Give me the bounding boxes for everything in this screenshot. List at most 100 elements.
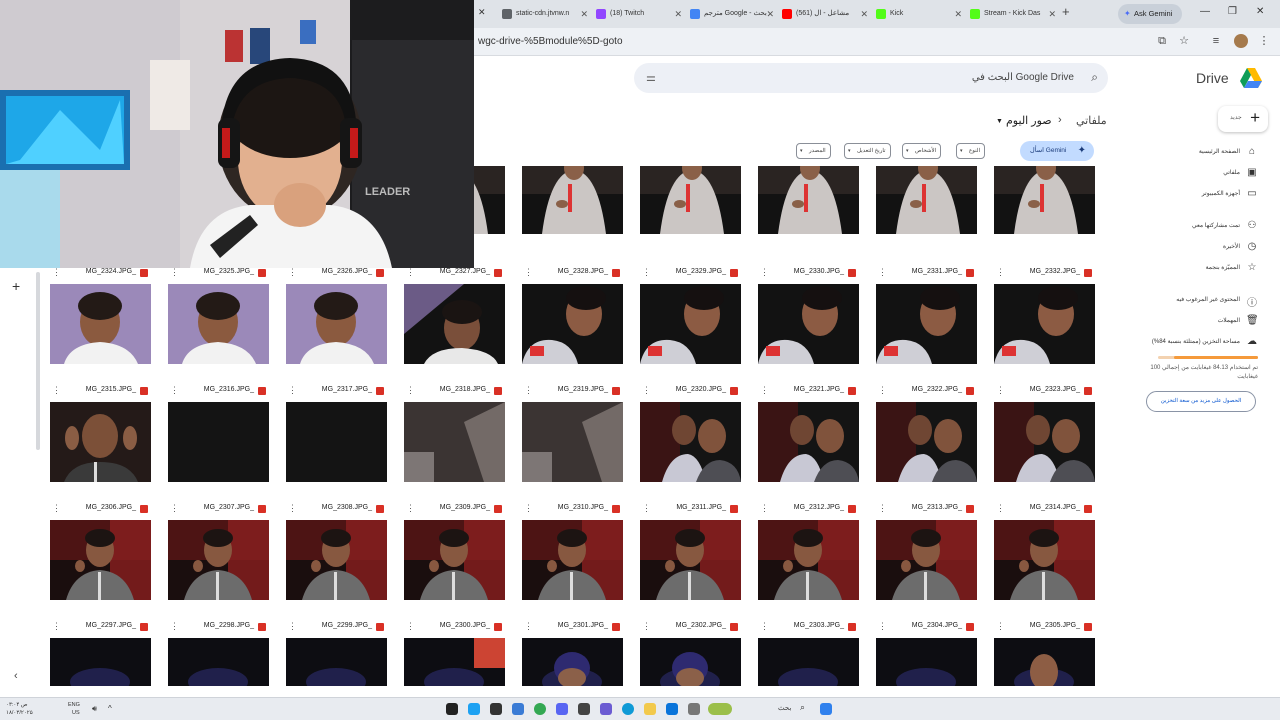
file-card[interactable]: MG_2300.JPG_ ⋮	[396, 620, 510, 686]
file-thumbnail[interactable]	[50, 402, 151, 482]
file-thumbnail[interactable]	[168, 638, 269, 686]
file-thumbnail[interactable]	[876, 166, 977, 234]
file-name[interactable]: MG_2330.JPG_	[794, 268, 844, 275]
tab-close-icon[interactable]: ✕	[1048, 4, 1056, 24]
filter-chip[interactable]: ▾ المصدر	[796, 143, 831, 159]
taskbar-time[interactable]: ۰۳:۰۴ ص	[6, 702, 28, 708]
file-card[interactable]: MG_2320.JPG_ ⋮	[632, 384, 746, 484]
file-card[interactable]: MG_2310.JPG_ ⋮	[514, 502, 628, 602]
file-name[interactable]: MG_2303.JPG_	[794, 622, 844, 629]
tab-close-icon[interactable]: ✕	[954, 4, 962, 24]
more-actions-icon[interactable]: ⋮	[996, 621, 1005, 632]
more-actions-icon[interactable]: ⋮	[406, 267, 415, 278]
tiktok-taskbar-icon[interactable]	[446, 703, 458, 715]
file-thumbnail[interactable]	[50, 638, 151, 686]
file-thumbnail[interactable]	[994, 638, 1095, 686]
file-thumbnail[interactable]	[522, 638, 623, 686]
terminal-taskbar-icon[interactable]	[578, 703, 590, 715]
tab-close-icon[interactable]: ✕	[674, 4, 682, 24]
file-card[interactable]: MG_2308.JPG_ ⋮	[278, 502, 392, 602]
file-card[interactable]: MG_2317.JPG_ ⋮	[278, 384, 392, 484]
file-name[interactable]: MG_2319.JPG_	[558, 386, 608, 393]
more-actions-icon[interactable]: ⋮	[170, 503, 179, 514]
file-card[interactable]	[514, 166, 628, 236]
file-name[interactable]: MG_2297.JPG_	[86, 622, 136, 629]
file-card[interactable]: MG_2326.JPG_ ⋮	[278, 266, 392, 366]
more-actions-icon[interactable]: ⋮	[996, 503, 1005, 514]
store-taskbar-icon[interactable]	[666, 703, 678, 715]
tray-chevron-icon[interactable]: ^	[108, 705, 112, 713]
explorer-taskbar-icon[interactable]	[644, 703, 656, 715]
more-actions-icon[interactable]: ⋮	[524, 621, 533, 632]
file-thumbnail[interactable]	[876, 520, 977, 600]
search-options-icon[interactable]: ⚌	[646, 71, 656, 84]
install-app-icon[interactable]: ⧉	[1156, 35, 1168, 47]
file-name[interactable]: MG_2316.JPG_	[204, 386, 254, 393]
file-name[interactable]: MG_2320.JPG_	[676, 386, 726, 393]
file-card[interactable]	[986, 166, 1100, 236]
file-card[interactable]: MG_2312.JPG_ ⋮	[750, 502, 864, 602]
file-thumbnail[interactable]	[522, 284, 623, 364]
file-name[interactable]: MG_2312.JPG_	[794, 504, 844, 511]
file-name[interactable]: MG_2315.JPG_	[86, 386, 136, 393]
more-actions-icon[interactable]: ⋮	[524, 267, 533, 278]
taskview-taskbar-icon[interactable]	[688, 703, 700, 715]
file-name[interactable]: MG_2311.JPG_	[676, 504, 726, 511]
scrollbar[interactable]	[36, 272, 40, 450]
more-actions-icon[interactable]: ⋮	[760, 503, 769, 514]
file-thumbnail[interactable]	[286, 638, 387, 686]
file-name[interactable]: MG_2323.JPG_	[1030, 386, 1080, 393]
collapse-panel-icon[interactable]: ‹	[14, 670, 18, 682]
more-actions-icon[interactable]: ⋮	[170, 385, 179, 396]
ask-gemini-chip[interactable]: اسأل Gemini ✦	[1020, 141, 1094, 161]
browser-tab[interactable]: (561) مشاعل - ال ✕	[778, 4, 870, 24]
file-card[interactable]: MG_2311.JPG_ ⋮	[632, 502, 746, 602]
taskbar-language[interactable]: ENG	[68, 702, 80, 708]
file-card[interactable]	[868, 166, 982, 236]
more-actions-icon[interactable]: ⋮	[52, 503, 61, 514]
file-card[interactable]: MG_2325.JPG_ ⋮	[160, 266, 274, 366]
folder-menu-caret-icon[interactable]: ▼	[996, 118, 1003, 125]
more-actions-icon[interactable]: ⋮	[996, 267, 1005, 278]
browser-tab[interactable]: (18) Twitch ✕	[592, 4, 684, 24]
file-thumbnail[interactable]	[286, 520, 387, 600]
file-card[interactable]: MG_2330.JPG_ ⋮	[750, 266, 864, 366]
search-icon[interactable]: ⌕	[1091, 70, 1098, 85]
file-thumbnail[interactable]	[50, 284, 151, 364]
file-card[interactable]: MG_2318.JPG_ ⋮	[396, 384, 510, 484]
file-card[interactable]: MG_2297.JPG_ ⋮	[44, 620, 156, 686]
get-more-storage-button[interactable]: الحصول على مزيد من سعة التخزين	[1146, 391, 1256, 412]
more-actions-icon[interactable]: ⋮	[878, 385, 887, 396]
more-actions-icon[interactable]: ⋮	[878, 621, 887, 632]
more-actions-icon[interactable]: ⋮	[170, 267, 179, 278]
file-thumbnail[interactable]	[640, 402, 741, 482]
breadcrumb-root[interactable]: ملفاتي	[1076, 114, 1107, 127]
file-name[interactable]: MG_2309.JPG_	[440, 504, 490, 511]
more-actions-icon[interactable]: ⋮	[52, 267, 61, 278]
file-thumbnail[interactable]	[286, 284, 387, 364]
taskbar-date[interactable]: ۱۸/۰۳/۲۰۲۵	[6, 710, 33, 716]
sidebar-item[interactable]: الصفحة الرئيسية ⌂	[1140, 145, 1260, 161]
file-card[interactable]: MG_2304.JPG_ ⋮	[868, 620, 982, 686]
more-actions-icon[interactable]: ⋮	[170, 621, 179, 632]
taskbar-search[interactable]: بحث	[778, 705, 791, 712]
edge-taskbar-icon[interactable]	[622, 703, 634, 715]
browser-tab[interactable]: Kick ✕	[872, 4, 964, 24]
file-name[interactable]: MG_2321.JPG_	[794, 386, 844, 393]
file-name[interactable]: MG_2310.JPG_	[558, 504, 608, 511]
sidebar-item[interactable]: المميّزة بنجمة ☆	[1140, 261, 1260, 277]
file-name[interactable]: MG_2307.JPG_	[204, 504, 254, 511]
file-name[interactable]: MG_2331.JPG_	[912, 268, 962, 275]
browser-tab[interactable]: Stream - Kick Das ✕	[966, 4, 1058, 24]
search-box[interactable]: ⚌ البحث في Google Drive ⌕	[634, 63, 1108, 93]
profile-avatar[interactable]	[1234, 34, 1248, 48]
file-card[interactable]	[750, 166, 864, 236]
start-taskbar-icon[interactable]	[820, 703, 832, 715]
file-name[interactable]: MG_2332.JPG_	[1030, 268, 1080, 275]
browser-tab[interactable]: مترجم Google - بحث ✕	[686, 4, 776, 24]
more-actions-icon[interactable]: ⋮	[642, 267, 651, 278]
more-actions-icon[interactable]: ⋮	[406, 621, 415, 632]
file-thumbnail[interactable]	[168, 402, 269, 482]
discord-taskbar-icon[interactable]	[556, 703, 568, 715]
sidebar-item[interactable]: الأخيرة ◷	[1140, 240, 1260, 256]
